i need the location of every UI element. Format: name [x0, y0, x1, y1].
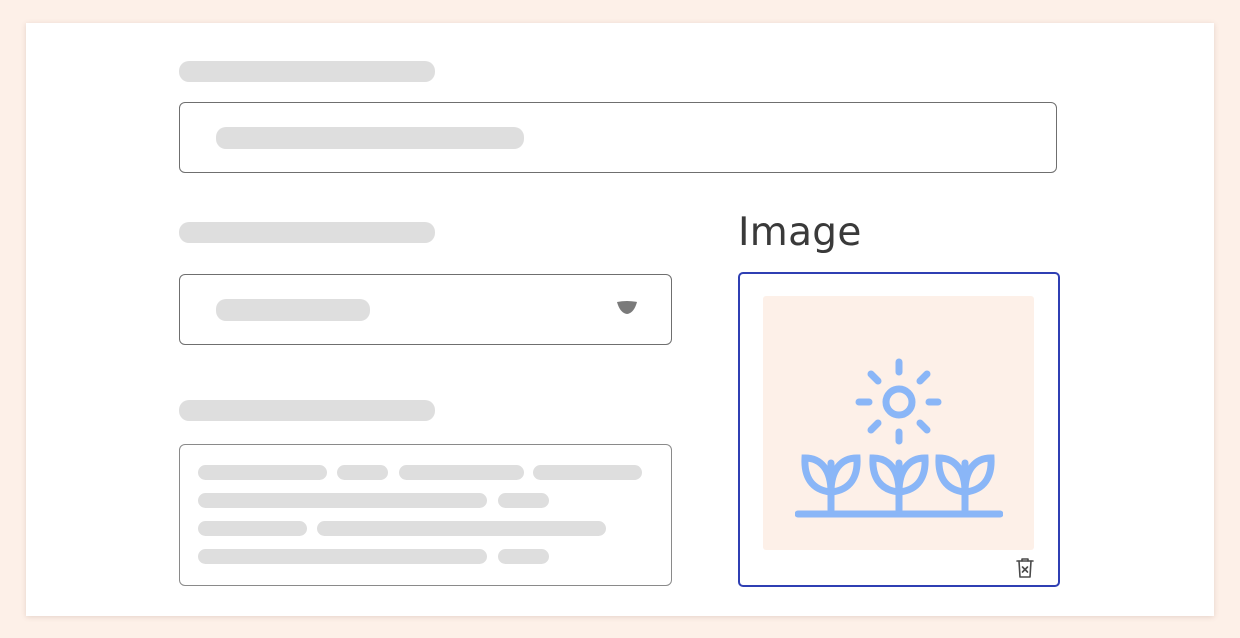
field-label-placeholder	[179, 61, 435, 82]
trash-delete-icon[interactable]	[1014, 556, 1036, 580]
text-line-placeholder	[498, 549, 549, 564]
sun-and-plants-icon	[795, 358, 1003, 518]
image-thumbnail[interactable]	[763, 296, 1034, 550]
input-value-placeholder	[216, 127, 524, 149]
select-value-placeholder	[216, 299, 370, 321]
field-label-placeholder	[179, 222, 435, 243]
text-line-placeholder	[399, 465, 524, 480]
image-field-label: Image	[738, 210, 862, 255]
text-line-placeholder	[198, 493, 487, 508]
chevron-down-icon	[617, 301, 637, 314]
text-input[interactable]	[179, 102, 1057, 173]
text-line-placeholder	[198, 521, 307, 536]
image-upload-box[interactable]	[738, 272, 1060, 587]
text-line-placeholder	[498, 493, 549, 508]
text-line-placeholder	[337, 465, 388, 480]
text-line-placeholder	[317, 521, 606, 536]
textarea[interactable]	[179, 444, 672, 586]
form-card: Image	[26, 23, 1214, 616]
text-line-placeholder	[198, 549, 487, 564]
field-label-placeholder	[179, 400, 435, 421]
select-dropdown[interactable]	[179, 274, 672, 345]
text-line-placeholder	[533, 465, 642, 480]
text-line-placeholder	[198, 465, 327, 480]
